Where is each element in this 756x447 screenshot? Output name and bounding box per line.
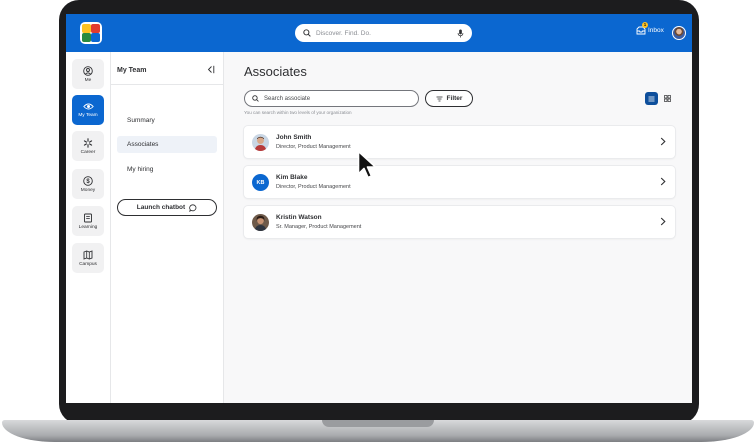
chevron-right-icon [660, 177, 666, 186]
rail-item-money[interactable]: $ Money [72, 169, 104, 199]
page-title: Associates [244, 64, 307, 79]
app-screen: Discover. Find. Do. 1 Inbox Me My Team C… [66, 14, 692, 403]
global-search-input[interactable]: Discover. Find. Do. [295, 24, 472, 42]
user-circle-icon [83, 65, 93, 76]
team-sidebar: My Team Summary Associates My hiring Lau… [111, 52, 224, 403]
search-icon [303, 29, 311, 37]
collapse-sidebar-icon[interactable] [207, 65, 215, 74]
list-view-toggle[interactable] [645, 92, 658, 105]
search-icon [252, 95, 259, 102]
associate-role: Director, Product Management [276, 144, 351, 150]
associate-search-placeholder: Search associate [264, 95, 311, 102]
rail-item-career[interactable]: Career [72, 131, 104, 161]
associate-card[interactable]: John Smith Director, Product Management [244, 126, 675, 158]
launch-chatbot-label: Launch chatbot [136, 204, 186, 211]
microphone-icon[interactable] [457, 28, 464, 38]
launch-chatbot-button[interactable]: Launch chatbot [117, 199, 217, 216]
app-logo-icon[interactable] [80, 22, 102, 44]
associate-avatar [252, 134, 269, 151]
grid-icon [664, 95, 671, 102]
main-content: Associates Search associate Filter You c… [224, 52, 692, 403]
team-eye-icon [82, 103, 94, 110]
nav-rail: Me My Team Career $ Money Learning Campu… [66, 52, 111, 403]
inbox-count-badge: 1 [642, 22, 648, 28]
sidebar-item-summary[interactable]: Summary [117, 112, 217, 129]
global-search-placeholder: Discover. Find. Do. [316, 29, 371, 37]
filter-icon [436, 96, 443, 101]
search-hint-text: You can search within two levels of your… [244, 110, 352, 115]
rail-label-campus: Campus [79, 261, 97, 267]
associate-name: Kim Blake [276, 174, 308, 181]
rail-item-me[interactable]: Me [72, 59, 104, 89]
dollar-coin-icon: $ [83, 175, 93, 186]
associate-name: Kristin Watson [276, 214, 322, 221]
inbox-button[interactable]: 1 Inbox [636, 22, 664, 35]
chevron-right-icon [660, 137, 666, 146]
rail-item-learning[interactable]: Learning [72, 206, 104, 236]
rail-item-my-team[interactable]: My Team [72, 95, 104, 125]
user-avatar[interactable] [672, 26, 686, 40]
rail-label-career: Career [80, 149, 96, 155]
laptop-notch [322, 420, 434, 427]
rail-label-me: Me [84, 77, 92, 83]
rail-label-money: Money [80, 187, 96, 193]
associate-role: Director, Product Management [276, 184, 351, 190]
book-icon [84, 213, 92, 222]
associate-card[interactable]: Kristin Watson Sr. Manager, Product Mana… [244, 206, 675, 238]
top-bar: Discover. Find. Do. 1 Inbox [66, 14, 692, 52]
list-icon [648, 96, 655, 101]
inbox-label: Inbox [648, 27, 664, 34]
sidebar-title: My Team [117, 67, 147, 74]
associate-avatar-initials: KB [252, 174, 269, 191]
chevron-right-icon [660, 217, 666, 226]
mouse-pointer-icon [357, 150, 377, 179]
associate-card[interactable]: KB Kim Blake Director, Product Managemen… [244, 166, 675, 198]
rail-label-learning: Learning [78, 224, 98, 230]
associate-search-input[interactable]: Search associate [244, 90, 419, 107]
associate-avatar [252, 214, 269, 231]
rail-item-campus[interactable]: Campus [72, 243, 104, 273]
associate-role: Sr. Manager, Product Management [276, 224, 362, 230]
grid-view-toggle[interactable] [661, 92, 674, 105]
chat-bubble-icon [189, 203, 197, 212]
sidebar-item-my-hiring[interactable]: My hiring [117, 161, 217, 178]
filter-button[interactable]: Filter [425, 90, 473, 107]
filter-label: Filter [446, 95, 463, 102]
map-icon [83, 249, 93, 260]
svg-text:$: $ [86, 179, 90, 185]
rail-label-my-team: My Team [78, 113, 98, 118]
associate-name: John Smith [276, 134, 312, 141]
spark-icon [83, 137, 93, 148]
sidebar-item-associates[interactable]: Associates [117, 136, 217, 153]
sidebar-divider [111, 84, 224, 85]
